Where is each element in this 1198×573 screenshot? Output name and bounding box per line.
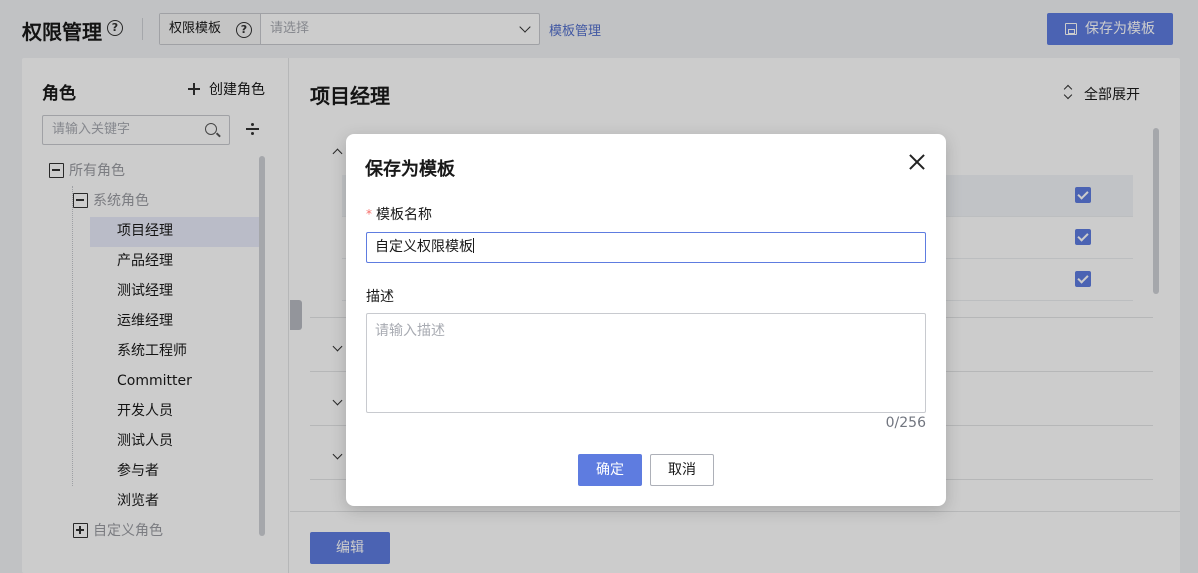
char-counter: 0/256 bbox=[885, 415, 926, 431]
template-name-label: * 模板名称 bbox=[366, 207, 432, 223]
text-caret bbox=[473, 238, 474, 253]
confirm-button[interactable]: 确定 bbox=[578, 454, 642, 486]
required-marker: * bbox=[366, 207, 372, 221]
dialog-title: 保存为模板 bbox=[365, 159, 455, 180]
cancel-button[interactable]: 取消 bbox=[650, 454, 714, 486]
save-template-dialog: 保存为模板 * 模板名称 自定义权限模板 描述 请输入描述 0/256 确定 取消 bbox=[346, 134, 946, 506]
description-label: 描述 bbox=[366, 289, 394, 305]
template-name-input[interactable]: 自定义权限模板 bbox=[366, 232, 926, 263]
close-icon[interactable] bbox=[908, 153, 926, 171]
description-textarea[interactable]: 请输入描述 bbox=[366, 313, 926, 413]
